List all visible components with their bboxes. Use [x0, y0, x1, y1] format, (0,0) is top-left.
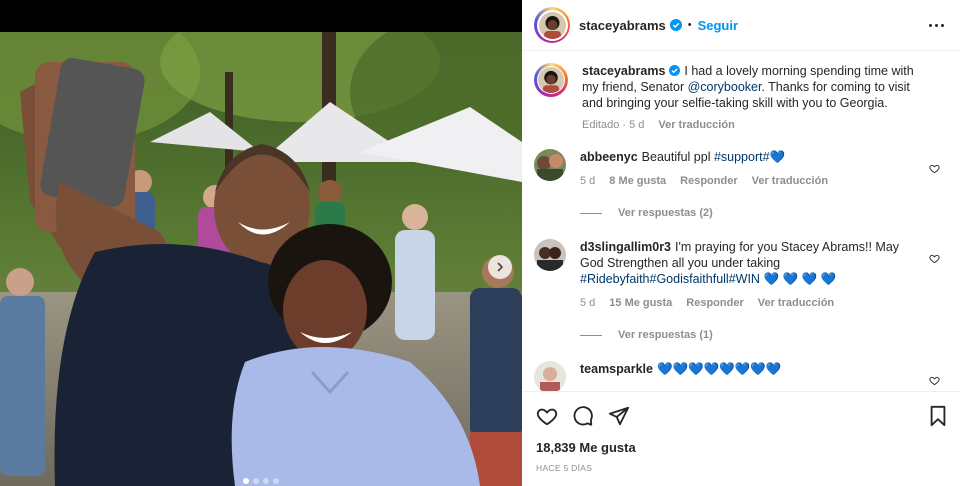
post-actions [522, 391, 960, 439]
comment-emoji: 💙 [769, 150, 786, 164]
caption: staceyabrams I had a lovely morning spend… [534, 63, 944, 133]
reply-button[interactable]: Responder [686, 295, 743, 311]
follow-button[interactable]: Seguir [698, 18, 738, 33]
comment-username[interactable]: teamsparkle [580, 362, 653, 376]
chevron-right-icon [497, 262, 503, 272]
translate-link[interactable]: Ver traducción [752, 173, 828, 189]
translate-link[interactable]: Ver traducción [658, 117, 734, 133]
replies-line [580, 334, 602, 336]
comment-age: 5 d [580, 297, 596, 309]
carousel-dots [0, 478, 522, 484]
comment-item: abbeenyc Beautiful ppl #support#💙 5 d 8 M… [534, 149, 944, 189]
caption-avatar[interactable] [534, 63, 568, 97]
view-replies-label: Ver respuestas (1) [618, 329, 713, 341]
caption-author[interactable]: staceyabrams [582, 64, 665, 78]
translate-link[interactable]: Ver traducción [758, 295, 834, 311]
post-panel: staceyabrams • Seguir staceyabrams I had … [522, 0, 960, 486]
separator-dot: • [687, 19, 692, 31]
heart-icon[interactable] [929, 253, 940, 264]
comment-likes[interactable]: 15 Me gusta [609, 295, 672, 311]
commenter-photo [534, 361, 566, 391]
comment-emoji: 💙💙💙💙💙💙💙💙 [656, 362, 782, 376]
verified-badge-icon [669, 65, 681, 76]
heart-icon[interactable] [929, 163, 940, 174]
comment-emoji: 💙 💙 💙 💙 [763, 272, 837, 286]
comment-avatar[interactable] [534, 361, 566, 391]
comment-age: 5 d [580, 175, 596, 187]
comment-hashtag[interactable]: #support# [714, 150, 770, 164]
comment-meta: 5 d 8 Me gusta Responder Ver traducción [580, 173, 922, 189]
caption-avatar-photo [537, 66, 565, 94]
comment-avatar[interactable] [534, 149, 566, 181]
view-replies-label: Ver respuestas (2) [618, 207, 713, 219]
carousel-dot [243, 478, 249, 484]
comment-avatar[interactable] [534, 239, 566, 271]
post-photo [0, 32, 522, 486]
comment-body: teamsparkle 💙💙💙💙💙💙💙💙 [580, 361, 944, 377]
verified-badge-icon [669, 19, 682, 31]
carousel-dot [263, 478, 269, 484]
comment-username[interactable]: d3slingallim0r3 [580, 240, 671, 254]
avatar-photo [538, 11, 566, 39]
carousel-dot [273, 478, 279, 484]
caption-mention[interactable]: @corybooker [688, 80, 762, 94]
comment-likes[interactable]: 8 Me gusta [609, 173, 666, 189]
comment-body: abbeenyc Beautiful ppl #support#💙 5 d 8 M… [580, 149, 944, 189]
comment-body: d3slingallim0r3 I'm praying for you Stace… [580, 239, 944, 311]
commenter-photo [534, 239, 566, 271]
caption-body: staceyabrams I had a lovely morning spend… [582, 63, 944, 133]
post-time: HACE 5 DÍAS [536, 463, 593, 473]
view-replies-button[interactable]: Ver respuestas (1) [580, 329, 944, 341]
comment-meta: 5 d 15 Me gusta Responder Ver traducción [580, 295, 922, 311]
caption-meta: Editado · 5 d Ver traducción [582, 117, 922, 133]
more-dot [941, 23, 944, 27]
bookmark-icon[interactable] [928, 405, 948, 427]
share-icon[interactable] [608, 405, 630, 427]
comment-username[interactable]: abbeenyc [580, 150, 638, 164]
avatar-inner [536, 9, 568, 41]
avatar-image [538, 11, 566, 39]
edited-label: Editado · 5 d [582, 119, 645, 131]
commenter-photo [534, 149, 566, 181]
post-header: staceyabrams • Seguir [522, 0, 960, 51]
view-replies-button[interactable]: Ver respuestas (2) [580, 207, 944, 219]
comments-list: staceyabrams I had a lovely morning spend… [522, 51, 960, 391]
comment-item: teamsparkle 💙💙💙💙💙💙💙💙 [534, 361, 944, 391]
replies-line [580, 212, 602, 214]
more-dot [929, 23, 932, 27]
post-media [0, 0, 522, 486]
carousel-dot [253, 478, 259, 484]
likes-count[interactable]: 18,839 Me gusta [536, 440, 636, 455]
more-options-icon[interactable] [925, 20, 948, 31]
comment-icon[interactable] [572, 405, 594, 427]
comment-hashtag[interactable]: #Ridebyfaith#Godisfaithfull#WIN [580, 272, 760, 286]
author-handle[interactable]: staceyabrams [579, 18, 666, 33]
carousel-next-button[interactable] [488, 255, 512, 279]
heart-icon[interactable] [929, 375, 940, 386]
heart-icon[interactable] [536, 405, 558, 427]
reply-button[interactable]: Responder [680, 173, 737, 189]
comment-text: Beautiful ppl [641, 150, 714, 164]
author-avatar[interactable] [534, 7, 570, 43]
comment-item: d3slingallim0r3 I'm praying for you Stace… [534, 239, 944, 311]
more-dot [935, 23, 938, 27]
